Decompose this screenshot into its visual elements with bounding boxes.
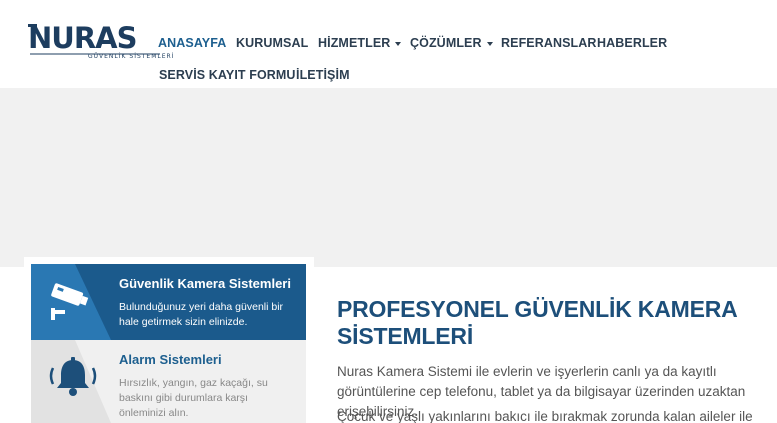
- nav-label: ANASAYFA: [158, 36, 227, 50]
- site-header: NURAS GÜVENLİK SİSTEMLERİ ANASAYFA KURUM…: [0, 0, 777, 88]
- intro-paragraph: Çocuk ve yaşlı yakınlarını bakıcı ile bı…: [337, 409, 753, 423]
- nav-label: ÇÖZÜMLER: [410, 36, 482, 50]
- security-camera-icon: [45, 282, 91, 326]
- nav-label: HİZMETLER: [318, 36, 391, 50]
- page-title: PROFESYONEL GÜVENLİK KAMERA SİSTEMLERİ: [337, 296, 737, 349]
- services-panel: Güvenlik Kamera Sistemleri Bulunduğunuz …: [24, 257, 314, 423]
- logo-tagline: GÜVENLİK SİSTEMLERİ: [88, 53, 175, 60]
- service-card-description: Bulunduğunuz yeri daha güvenli bir hale …: [119, 301, 284, 328]
- nav-label: HABERLER: [597, 36, 668, 50]
- service-card-title: Alarm Sistemleri: [119, 352, 222, 367]
- nav-label: SERVİS KAYIT FORMU: [159, 68, 296, 82]
- hero-slider[interactable]: [0, 88, 777, 267]
- nav-item-haberler[interactable]: HABERLER: [597, 36, 667, 50]
- nav-item-kurumsal[interactable]: KURUMSAL: [236, 36, 308, 50]
- service-card-title: Güvenlik Kamera Sistemleri: [119, 276, 291, 291]
- service-card-alarm[interactable]: Alarm Sistemleri Hırsızlık, yangın, gaz …: [31, 340, 306, 423]
- caret-down-icon: [486, 41, 493, 46]
- logo-wordmark: NURAS: [28, 21, 136, 55]
- logo-accent-bar: [28, 24, 37, 27]
- nav-item-iletisim[interactable]: İLETİŞİM: [296, 68, 350, 82]
- nav-item-anasayfa[interactable]: ANASAYFA: [158, 36, 226, 50]
- nav-item-referanslar[interactable]: REFERANSLAR: [501, 36, 597, 50]
- nav-label: KURUMSAL: [236, 36, 309, 50]
- caret-down-icon: [395, 41, 402, 46]
- nav-label: REFERANSLAR: [501, 36, 597, 50]
- alarm-bell-icon: [47, 356, 99, 404]
- service-card-description: Hırsızlık, yangın, gaz kaçağı, su baskın…: [119, 377, 268, 419]
- nuras-logo[interactable]: NURAS GÜVENLİK SİSTEMLERİ: [28, 20, 173, 64]
- nav-label: İLETİŞİM: [296, 68, 350, 82]
- nav-item-cozumler[interactable]: ÇÖZÜMLER: [410, 36, 493, 50]
- nav-item-hizmetler[interactable]: HİZMETLER: [318, 36, 402, 50]
- service-card-camera[interactable]: Güvenlik Kamera Sistemleri Bulunduğunuz …: [31, 264, 306, 340]
- nav-item-servis-kayit-formu[interactable]: SERVİS KAYIT FORMU: [159, 68, 296, 82]
